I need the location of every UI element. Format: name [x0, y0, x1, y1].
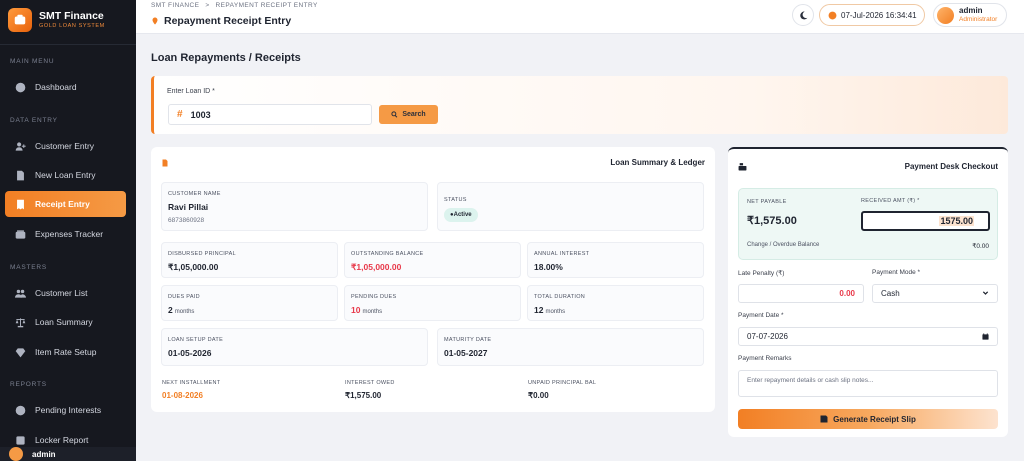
sidebar-item-customer-entry[interactable]: Customer Entry	[5, 133, 126, 159]
customer-phone: 6873860928	[168, 217, 205, 224]
breadcrumb-item-current: REPAYMENT RECEIPT ENTRY	[215, 2, 318, 9]
sidebar-item-label: Item Rate Setup	[35, 347, 97, 357]
next-installment: NEXT INSTALLMENT 01-08-2026	[162, 380, 221, 400]
sidebar-user[interactable]: admin	[0, 447, 136, 461]
sidebar-item-label: Receipt Entry	[35, 199, 90, 209]
breadcrumb: SMT FINANCE > REPAYMENT RECEIPT ENTRY	[151, 2, 321, 9]
breadcrumb-item-home[interactable]: SMT FINANCE	[151, 2, 199, 9]
calendar-icon	[982, 333, 989, 340]
search-icon	[391, 111, 398, 118]
payment-desk-card: Payment Desk Checkout NET PAYABLE ₹1,575…	[728, 147, 1008, 437]
late-penalty-input[interactable]: 0.00	[738, 284, 864, 303]
user-role: Administrator	[959, 16, 998, 23]
sidebar-item-label: Customer List	[35, 288, 88, 298]
section-label-main: MAIN MENU	[10, 58, 55, 65]
sidebar-user-name: admin	[32, 449, 56, 459]
scale-icon	[14, 316, 26, 328]
avatar	[937, 6, 954, 24]
receipt-icon	[14, 198, 26, 210]
maturity-date-box: MATURITY DATE 01-05-2027	[437, 328, 704, 366]
page-title: Repayment Receipt Entry	[151, 15, 291, 27]
payment-remarks-textarea[interactable]: Enter repayment details or cash slip not…	[738, 370, 998, 397]
gem-icon	[14, 346, 26, 358]
section-label-reports: REPORTS	[10, 381, 47, 388]
loan-search-card: Enter Loan ID * # 1003 Search	[151, 76, 1008, 134]
loan-ledger-card: Loan Summary & Ledger CUSTOMER NAME Ravi…	[151, 147, 715, 412]
section-label-masters: MASTERS	[10, 264, 48, 271]
loan-id-input[interactable]: # 1003	[168, 104, 372, 125]
brand-logo-icon	[8, 8, 32, 32]
sidebar-item-label: New Loan Entry	[35, 170, 96, 180]
locker-icon	[14, 434, 26, 446]
sidebar-item-loan-summary[interactable]: Loan Summary	[5, 309, 126, 335]
search-button[interactable]: Search	[379, 105, 438, 124]
clock-icon	[14, 404, 26, 416]
avatar	[9, 447, 23, 461]
customer-box: CUSTOMER NAME Ravi Pillai 6873860928	[161, 182, 428, 231]
sidebar-item-label: Pending Interests	[35, 405, 102, 415]
datetime-display: 07-Jul-2026 16:34:41	[819, 4, 925, 26]
save-icon	[820, 415, 828, 423]
sidebar-item-label: Dashboard	[35, 82, 77, 92]
dashboard-icon	[14, 81, 26, 93]
sidebar-item-label: Customer Entry	[35, 141, 95, 151]
section-title: Loan Repayments / Receipts	[151, 52, 301, 64]
sidebar-item-item-rate-setup[interactable]: Item Rate Setup	[5, 339, 126, 365]
location-pin-icon	[152, 17, 158, 25]
generate-receipt-button[interactable]: Generate Receipt Slip	[738, 409, 998, 429]
duration-box: TOTAL DURATION 12 months	[527, 285, 704, 321]
sidebar-item-label: Expenses Tracker	[35, 229, 104, 239]
dues-paid-box: DUES PAID 2 months	[161, 285, 338, 321]
change-value: ₹0.00	[972, 243, 989, 250]
status-badge: ●Active	[444, 208, 478, 222]
payment-title: Payment Desk Checkout	[904, 162, 998, 171]
brand-name: SMT Finance	[39, 10, 104, 22]
sidebar-item-receipt-entry[interactable]: Receipt Entry	[5, 191, 126, 217]
breadcrumb-separator: >	[205, 2, 210, 9]
brand[interactable]: SMT Finance GOLD LOAN SYSTEM	[8, 8, 105, 32]
received-amount-input[interactable]: 1575.00	[861, 211, 990, 231]
net-payable-value: ₹1,575.00	[747, 215, 797, 227]
document-icon	[162, 159, 168, 166]
sidebar-item-new-loan-entry[interactable]: New Loan Entry	[5, 162, 126, 188]
chevron-down-icon	[982, 291, 989, 295]
pending-dues-box: PENDING DUES 10 months	[344, 285, 521, 321]
interest-box: ANNUAL INTEREST 18.00%	[527, 242, 704, 278]
topbar: SMT FINANCE > REPAYMENT RECEIPT ENTRY Repa…	[136, 0, 1024, 34]
sidebar-item-label: Loan Summary	[35, 317, 93, 327]
sidebar-item-label: Locker Report	[35, 435, 89, 445]
user-menu[interactable]: admin Administrator	[933, 3, 1007, 27]
sidebar-item-pending-interests[interactable]: Pending Interests	[5, 397, 126, 423]
wallet-icon	[14, 228, 26, 240]
ledger-title: Loan Summary & Ledger	[610, 158, 705, 167]
hash-icon: #	[177, 109, 183, 120]
status-box: STATUS ●Active	[437, 182, 704, 231]
unpaid-principal: UNPAID PRINCIPAL BAL ₹0.00	[528, 380, 597, 400]
interest-owed: INTEREST OWED ₹1,575.00	[345, 380, 395, 400]
sidebar: SMT Finance GOLD LOAN SYSTEM MAIN MENU D…	[0, 0, 136, 461]
loan-id-label: Enter Loan ID *	[167, 88, 215, 95]
outstanding-box: OUTSTANDING BALANCE ₹1,05,000.00	[344, 242, 521, 278]
brand-subtitle: GOLD LOAN SYSTEM	[39, 23, 105, 29]
section-label-data-entry: DATA ENTRY	[10, 117, 58, 124]
document-icon	[14, 169, 26, 181]
theme-toggle-button[interactable]	[792, 4, 814, 26]
clock-icon	[828, 11, 837, 19]
sidebar-divider	[0, 44, 136, 45]
cash-register-icon	[738, 163, 747, 171]
disbursed-box: DISBURSED PRINCIPAL ₹1,05,000.00	[161, 242, 338, 278]
moon-icon	[799, 11, 807, 19]
net-payable-box: NET PAYABLE ₹1,575.00 RECEIVED AMT (₹) *…	[738, 188, 998, 260]
sidebar-item-expenses-tracker[interactable]: Expenses Tracker	[5, 221, 126, 247]
payment-date-input[interactable]: 07-07-2026	[738, 327, 998, 346]
user-plus-icon	[14, 140, 26, 152]
sidebar-item-dashboard[interactable]: Dashboard	[5, 74, 126, 100]
setup-date-box: LOAN SETUP DATE 01-05-2026	[161, 328, 428, 366]
payment-mode-select[interactable]: Cash	[872, 284, 998, 303]
customer-name: Ravi Pillai	[168, 202, 209, 212]
user-name: admin	[959, 6, 983, 15]
sidebar-item-customer-list[interactable]: Customer List	[5, 280, 126, 306]
users-icon	[14, 287, 26, 299]
